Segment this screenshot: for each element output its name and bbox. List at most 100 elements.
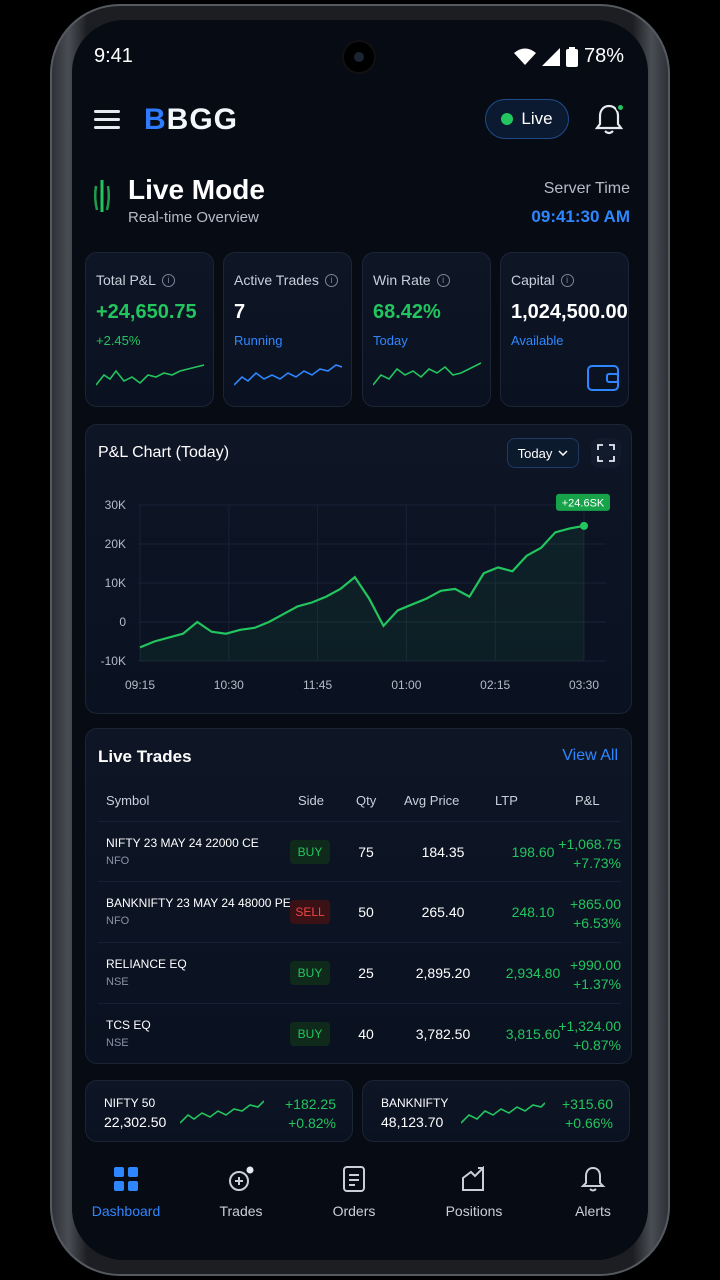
info-icon[interactable]: i — [324, 273, 338, 287]
trade-qty: 40 — [358, 1026, 374, 1042]
pnl-line-chart: 30K 20K 10K 0 -10K 09:15 10:30 11:45 01:00 02:15 0… — [101, 493, 610, 692]
banknifty-index-card[interactable]: BANKNIFTY 48,123.70 +315.60 +0.66% — [362, 1080, 630, 1142]
table-row[interactable]: TCS EQ NSE BUY 40 3,782.50 3,815.60 +1,3… — [98, 1003, 621, 1063]
trade-exchange: NSE — [106, 1037, 129, 1049]
battery-icon — [565, 46, 578, 67]
table-row[interactable]: BANKNIFTY 23 MAY 24 48000 PE NFO SELL 50… — [98, 881, 621, 941]
index-name: NIFTY 50 — [104, 1096, 156, 1110]
notification-dot — [616, 103, 625, 112]
x-tick-label: 01:00 — [391, 678, 421, 692]
col-side: Side — [298, 793, 325, 808]
nav-label: Positions — [445, 1203, 503, 1219]
bottom-nav: Dashboard Trades Orders Positions Alerts — [72, 1156, 648, 1260]
info-icon[interactable]: i — [436, 273, 450, 287]
trade-symbol: TCS EQ — [106, 1018, 151, 1032]
info-icon[interactable]: i — [161, 273, 175, 287]
side-badge: SELL — [290, 900, 330, 924]
y-tick-label: -10K — [101, 654, 126, 668]
stat-value: 7 — [234, 301, 246, 323]
notifications-bell-icon[interactable] — [594, 103, 625, 135]
last-value-label: +24.6SK — [562, 497, 605, 509]
wifi-icon — [513, 48, 536, 65]
fullscreen-button[interactable] — [591, 438, 621, 468]
x-tick-label: 11:45 — [303, 678, 332, 692]
stat-value: +24,650.75 — [96, 301, 197, 323]
nav-alerts[interactable]: Alerts — [545, 1166, 641, 1219]
alerts-icon — [580, 1166, 606, 1192]
x-tick-label: 09:15 — [125, 678, 155, 692]
trade-avg-price: 3,782.50 — [415, 1026, 471, 1042]
index-price: 22,302.50 — [104, 1114, 167, 1130]
side-badge: BUY — [290, 961, 330, 985]
col-qty: Qty — [356, 793, 377, 808]
index-change: +182.25 +0.82% — [285, 1096, 336, 1131]
col-ltp: LTP — [495, 793, 518, 808]
stat-sub: +2.45% — [96, 333, 141, 348]
wallet-icon — [587, 365, 619, 391]
trades-title: Live Trades — [98, 747, 192, 766]
menu-icon[interactable] — [94, 110, 120, 130]
trade-pnl: +1,068.75 +7.73% — [558, 836, 621, 871]
series-area — [140, 525, 584, 661]
stat-value: 68.42% — [373, 301, 441, 323]
dashboard-icon — [114, 1167, 138, 1191]
y-tick-label: 10K — [105, 576, 126, 590]
index-name: BANKNIFTY — [381, 1096, 449, 1110]
stat-sub: Running — [234, 333, 283, 348]
nav-orders[interactable]: Orders — [306, 1166, 402, 1219]
stat-label: Total P&L — [96, 272, 156, 288]
nifty-index-card[interactable]: NIFTY 50 22,302.50 +182.25 +0.82% — [85, 1080, 353, 1142]
table-row[interactable]: RELIANCE EQ NSE BUY 25 2,895.20 2,934.80… — [98, 942, 621, 1002]
live-label: Live — [521, 109, 553, 128]
last-point-marker — [580, 521, 588, 530]
active-trades-card[interactable]: Active Trades i 7 Running — [223, 252, 352, 407]
trade-pnl: +865.00 +6.53% — [570, 896, 621, 931]
nav-dashboard[interactable]: Dashboard — [78, 1166, 174, 1219]
nav-trades[interactable]: Trades — [193, 1166, 289, 1219]
battery-level: 78% — [583, 45, 624, 67]
trade-exchange: NFO — [106, 915, 130, 927]
trade-symbol: NIFTY 23 MAY 24 22000 CE — [106, 836, 259, 850]
range-dropdown[interactable]: Today — [507, 438, 579, 468]
trade-ltp: 248.10 — [511, 904, 555, 920]
trade-exchange: NFO — [106, 855, 130, 867]
x-tick-label: 10:30 — [214, 678, 244, 692]
win-rate-card[interactable]: Win Rate i 68.42% Today — [362, 252, 491, 407]
table-row[interactable]: NIFTY 23 MAY 24 22000 CE NFO BUY 75 184.… — [98, 821, 621, 881]
trades-sparkline — [234, 364, 342, 386]
trade-pnl: +990.00 +1.37% — [570, 957, 621, 992]
index-price: 48,123.70 — [381, 1114, 444, 1130]
system-icons: 78% — [513, 45, 624, 68]
trade-qty: 25 — [358, 965, 374, 981]
trade-qty: 75 — [358, 844, 374, 860]
index-change: +315.60 +0.66% — [562, 1096, 613, 1131]
trades-icon — [229, 1166, 254, 1191]
info-icon[interactable]: i — [560, 273, 574, 287]
side-badge: BUY — [290, 840, 330, 864]
y-tick-label: 20K — [105, 537, 126, 551]
trade-pnl: +1,324.00 +0.87% — [558, 1018, 621, 1053]
capital-card[interactable]: Capital i 1,024,500.00 Available — [500, 252, 629, 407]
view-all-link[interactable]: View All — [562, 747, 618, 765]
server-time-label: Server Time — [543, 180, 630, 197]
nav-positions[interactable]: Positions — [426, 1165, 522, 1219]
live-toggle-button[interactable]: Live — [485, 99, 569, 139]
expand-icon — [597, 444, 615, 462]
total-pnl-card[interactable]: Total P&L i +24,650.75 +2.45% — [85, 252, 214, 407]
x-tick-label: 02:15 — [480, 678, 510, 692]
trade-symbol: RELIANCE EQ — [106, 957, 187, 971]
col-avg-price: Avg Price — [404, 793, 460, 808]
chart-title: P&L Chart (Today) — [98, 444, 230, 461]
orders-icon — [343, 1166, 365, 1192]
live-signal-icon — [93, 180, 111, 212]
pnl-chart-card: P&L Chart (Today) Today 30K 20K 10K 0 -10K 09… — [85, 424, 632, 714]
y-tick-label: 30K — [105, 498, 126, 512]
nav-label: Orders — [332, 1203, 376, 1219]
trade-qty: 50 — [358, 904, 374, 920]
col-symbol: Symbol — [106, 793, 150, 808]
front-camera — [344, 42, 374, 72]
pnl-sparkline — [96, 364, 204, 386]
trade-exchange: NSE — [106, 976, 129, 988]
live-status-dot — [501, 113, 514, 125]
stat-sub: Today — [373, 333, 408, 348]
